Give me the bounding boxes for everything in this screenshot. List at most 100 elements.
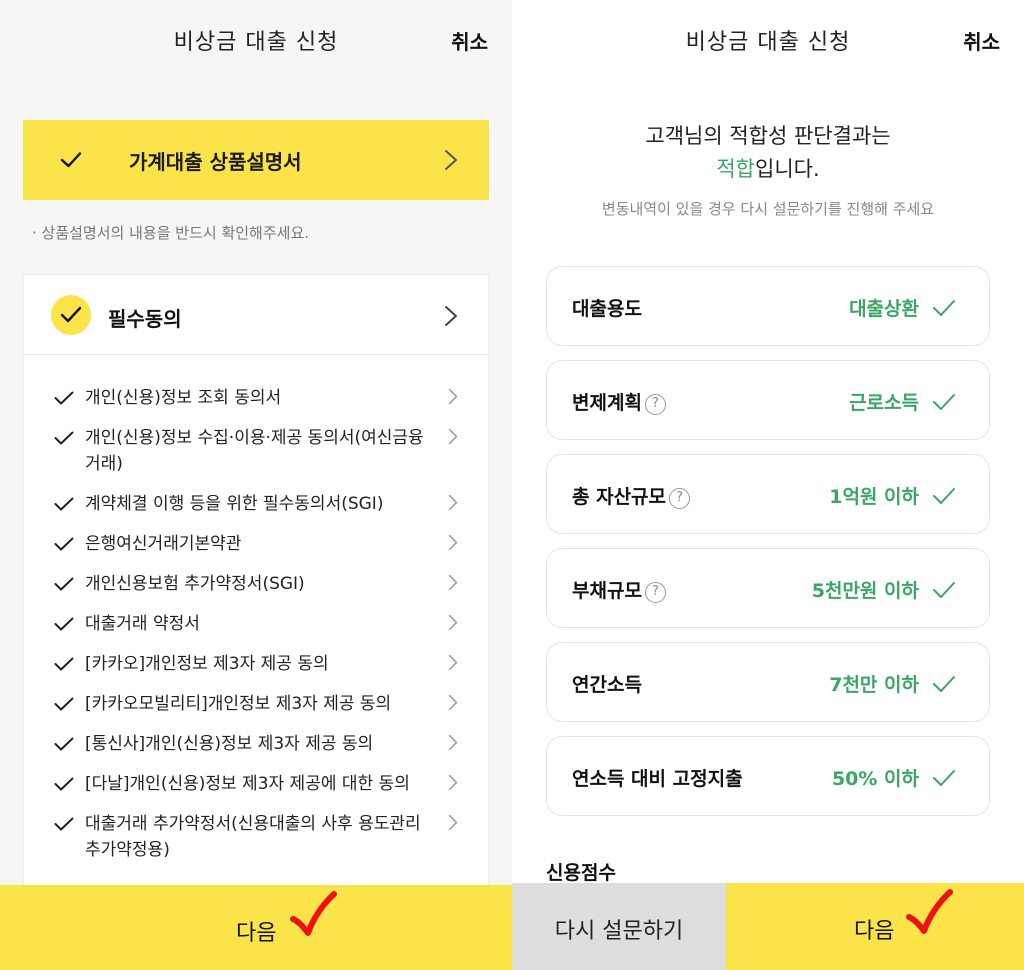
result-suffix: 입니다. (755, 157, 820, 181)
check-icon (54, 537, 74, 551)
result-row-repayment-plan: 변제계획? 근로소득 (546, 360, 990, 440)
consent-item-label: 계약체결 이행 등을 위한 필수동의서(SGI) (85, 494, 384, 514)
consent-item-label: 은행여신거래기본약관 (85, 534, 242, 554)
red-checkmark-icon (290, 891, 337, 936)
credit-score-heading: 신용점수 (546, 862, 616, 884)
row-label-wrap: 변제계획? (572, 388, 666, 415)
header: 비상금 대출 신청 취소 (512, 0, 1024, 80)
next-button[interactable]: 다음 (726, 883, 1024, 970)
row-label: 연간소득 (572, 674, 642, 696)
cancel-button[interactable]: 취소 (963, 26, 1000, 55)
consent-item[interactable]: 은행여신거래기본약관 (24, 531, 490, 557)
chevron-right-icon (448, 494, 458, 511)
chevron-right-icon (448, 388, 458, 405)
row-value: 50% 이하 (831, 768, 919, 790)
row-label: 연소득 대비 고정지출 (572, 768, 743, 790)
check-icon (54, 737, 74, 751)
chevron-right-icon (445, 306, 457, 326)
check-icon (54, 697, 74, 711)
suitability-result: 고객님의 적합성 판단결과는 적합입니다. (512, 120, 1024, 186)
row-label: 대출용도 (572, 298, 642, 320)
result-subtext: 변동내역이 있을 경우 다시 설문하기를 진행해 주세요 (601, 200, 935, 218)
chevron-right-icon (448, 734, 458, 751)
result-verdict: 적합입니다. (512, 153, 1024, 186)
page-title: 비상금 대출 신청 (685, 30, 851, 55)
left-screen: 비상금 대출 신청 취소 가계대출 상품설명서 · 상품설명서의 내용을 반드시… (0, 0, 512, 970)
check-icon (933, 300, 955, 316)
chevron-right-icon (448, 654, 458, 671)
check-icon (933, 676, 955, 692)
result-row-total-assets: 총 자산규모? 1억원 이하 (546, 454, 990, 534)
row-label: 총 자산규모 (572, 486, 667, 508)
result-row-annual-income: 연간소득 7천만 이하 (546, 642, 990, 722)
consent-item[interactable]: [카카오모빌리티]개인정보 제3자 제공 동의 (24, 691, 490, 717)
result-row-debt: 부채규모? 5천만원 이하 (546, 548, 990, 628)
consent-item[interactable]: [카카오]개인정보 제3자 제공 동의 (24, 651, 490, 677)
chevron-right-icon (448, 428, 458, 445)
check-icon (54, 817, 74, 831)
help-icon[interactable]: ? (644, 394, 666, 415)
consent-item[interactable]: 계약체결 이행 등을 위한 필수동의서(SGI) (24, 491, 490, 517)
row-value: 7천만 이하 (829, 674, 919, 696)
check-icon (933, 582, 955, 598)
consent-item-label: [카카오]개인정보 제3자 제공 동의 (85, 654, 329, 674)
next-button-label: 다음 (854, 919, 895, 944)
consent-item[interactable]: [통신사]개인(신용)정보 제3자 제공 동의 (24, 731, 490, 757)
check-icon (933, 488, 955, 504)
consent-item-label: 개인(신용)정보 수집·이용·제공 동의서(여신금융거래) (85, 428, 424, 474)
right-screen: 비상금 대출 신청 취소 고객님의 적합성 판단결과는 적합입니다. 변동내역이… (512, 0, 1024, 970)
check-circle-icon (51, 295, 91, 335)
consent-item[interactable]: 개인(신용)정보 조회 동의서 (24, 385, 490, 411)
header: 비상금 대출 신청 취소 (0, 0, 512, 80)
cancel-button[interactable]: 취소 (451, 26, 488, 55)
check-icon (54, 617, 74, 631)
result-line: 고객님의 적합성 판단결과는 (645, 124, 891, 148)
red-checkmark-icon (906, 889, 953, 934)
consent-item-label: [다날]개인(신용)정보 제3자 제공에 대한 동의 (85, 774, 410, 794)
required-consent-card: 필수동의 개인(신용)정보 조회 동의서 개인(신용)정보 수집·이용·제공 동… (23, 274, 490, 970)
result-row-fixed-expense: 연소득 대비 고정지출 50% 이하 (546, 736, 990, 816)
check-icon (54, 391, 74, 405)
check-icon (933, 770, 955, 786)
consent-item-label: [카카오모빌리티]개인정보 제3자 제공 동의 (85, 694, 392, 714)
help-icon[interactable]: ? (669, 488, 691, 509)
consent-item-label: [통신사]개인(신용)정보 제3자 제공 동의 (85, 734, 374, 754)
retry-survey-label: 다시 설문하기 (554, 919, 684, 944)
result-highlight: 적합 (716, 157, 755, 181)
chevron-right-icon (448, 534, 458, 551)
row-value: 대출상환 (849, 298, 919, 320)
row-label-wrap: 총 자산규모? (572, 482, 691, 509)
check-icon (54, 777, 74, 791)
consent-item-label: 개인신용보험 추가약정서(SGI) (85, 574, 305, 594)
page-title: 비상금 대출 신청 (173, 30, 339, 55)
row-value: 5천만원 이하 (811, 580, 919, 602)
next-button[interactable]: 다음 (0, 885, 512, 970)
result-row-loan-purpose: 대출용도 대출상환 (546, 266, 990, 346)
check-icon (54, 497, 74, 511)
row-label-wrap: 부채규모? (572, 576, 666, 603)
chevron-right-icon (448, 694, 458, 711)
consent-item-label: 대출거래 약정서 (85, 614, 200, 634)
chevron-right-icon (448, 574, 458, 591)
row-value: 근로소득 (849, 392, 919, 414)
doc-notice: · 상품설명서의 내용을 반드시 확인해주세요. (32, 224, 310, 242)
row-label: 부채규모 (572, 580, 642, 602)
required-consent-label: 필수동의 (108, 307, 182, 331)
help-icon[interactable]: ? (644, 582, 666, 603)
product-doc-label: 가계대출 상품설명서 (129, 150, 302, 174)
check-icon (54, 577, 74, 591)
consent-item[interactable]: 개인신용보험 추가약정서(SGI) (24, 571, 490, 597)
row-label: 변제계획 (572, 392, 642, 414)
consent-item[interactable]: 대출거래 약정서 (24, 611, 490, 637)
consent-item[interactable]: [다날]개인(신용)정보 제3자 제공에 대한 동의 (24, 771, 490, 797)
next-button-label: 다음 (236, 921, 277, 946)
consent-item[interactable]: 대출거래 추가약정서(신용대출의 사후 용도관리 추가약정용) (24, 811, 490, 863)
required-consent-header[interactable]: 필수동의 (24, 275, 490, 355)
chevron-right-icon (448, 614, 458, 631)
chevron-right-icon (445, 150, 457, 170)
retry-survey-button[interactable]: 다시 설문하기 (512, 883, 726, 970)
check-icon (54, 657, 74, 671)
consent-list: 개인(신용)정보 조회 동의서 개인(신용)정보 수집·이용·제공 동의서(여신… (24, 385, 490, 877)
product-doc-card[interactable]: 가계대출 상품설명서 (23, 120, 489, 200)
consent-item[interactable]: 개인(신용)정보 수집·이용·제공 동의서(여신금융거래) (24, 425, 490, 477)
